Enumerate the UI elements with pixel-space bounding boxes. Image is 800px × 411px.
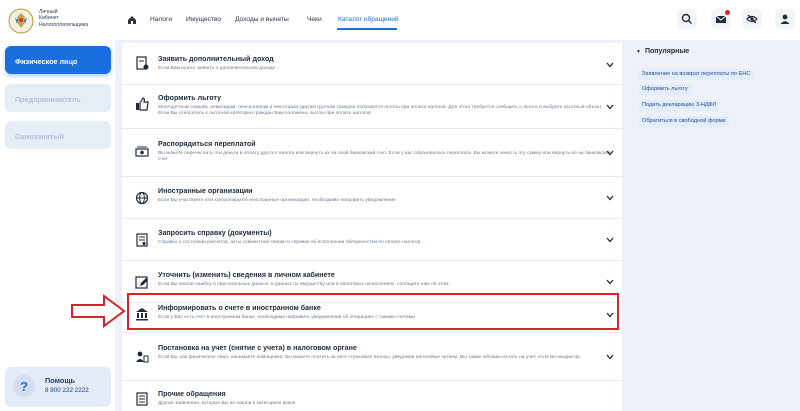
help-title: Помощь: [45, 376, 76, 385]
nav-property[interactable]: Имущество: [186, 16, 221, 23]
catalog-item-title: Оформить льготу: [158, 94, 222, 102]
chevron-down-icon[interactable]: [606, 62, 614, 68]
certificate-icon: [136, 233, 148, 247]
nav-income-deductions[interactable]: Доходы и вычеты: [235, 16, 289, 23]
search-icon: [681, 13, 692, 24]
catalog-item-desc: Если Вы, как физическое лицо, нанимаете …: [158, 355, 580, 360]
nav-request-catalog[interactable]: Каталог обращений: [338, 16, 399, 23]
money-icon: [135, 146, 149, 157]
thumb-up-icon: [136, 97, 149, 111]
popular-link[interactable]: Обратиться в свободной форме: [639, 116, 729, 127]
visibility-toggle-button[interactable]: [742, 9, 762, 29]
popular-triangle-icon: ▼: [636, 49, 641, 55]
catalog-item-desc: Вы можете перечислить эти деньги в оплат…: [158, 151, 611, 163]
help-card[interactable]: ? Помощь 8 800 222 2222: [5, 367, 111, 407]
catalog-item-desc: Если Вам нужно заявить о дополнительном …: [158, 66, 276, 71]
list-icon: [136, 392, 148, 406]
user-icon: [780, 14, 790, 24]
catalog-item-foreign-orgs[interactable]: Иностранные организации Если Вы участвуе…: [122, 177, 622, 219]
messages-button[interactable]: [711, 9, 731, 29]
fns-emblem-icon[interactable]: [8, 8, 34, 34]
catalog-item-certificate[interactable]: Запросить справку (документы) Справки о …: [122, 219, 622, 261]
help-phone[interactable]: 8 800 222 2222: [45, 387, 89, 394]
catalog-item-other[interactable]: Прочие обращения Другие заявления, котор…: [122, 381, 622, 411]
popular-link[interactable]: Подать декларацию 3-НДФЛ: [639, 100, 720, 111]
catalog-item-desc: Если Вы нашли ошибку в персональных данн…: [158, 282, 449, 287]
popular-title: ▼ Популярные: [636, 48, 689, 55]
role-selfemployed-button[interactable]: Самозанятый: [5, 121, 111, 149]
mail-icon: [715, 15, 727, 23]
request-catalog-list: Заявить дополнительный доход Если Вам ну…: [122, 43, 622, 411]
chevron-down-icon[interactable]: [606, 195, 614, 201]
popular-link[interactable]: Оформить льготу: [639, 84, 691, 95]
catalog-item-desc: Другие заявления, которые Вы не нашли в …: [158, 401, 296, 406]
active-tab-underline: [337, 28, 397, 30]
chevron-down-icon[interactable]: [606, 354, 614, 360]
profile-button[interactable]: [775, 9, 795, 29]
catalog-item-additional-income[interactable]: Заявить дополнительный доход Если Вам ну…: [122, 43, 622, 85]
catalog-item-desc: Многодетным семьям, инвалидам, пенсионер…: [158, 105, 603, 117]
role-individual-button[interactable]: Физическое лицо: [5, 46, 111, 74]
highlight-frame: [127, 293, 619, 330]
catalog-item-overpayment[interactable]: Распорядиться переплатой Вы можете переч…: [122, 129, 622, 177]
catalog-item-desc: Справки о состоянии расчетов, акты совме…: [158, 240, 421, 245]
catalog-item-title: Заявить дополнительный доход: [158, 55, 274, 63]
popular-title-text: Популярные: [644, 48, 690, 55]
catalog-item-benefit[interactable]: Оформить льготу Многодетным семьям, инва…: [122, 85, 622, 129]
catalog-item-registration[interactable]: Постановка на учет (снятие с учета) в на…: [122, 333, 622, 381]
role-entrepreneur-button[interactable]: Предприниматель: [5, 84, 111, 112]
left-sidebar: Личный Кабинет Налогоплательщика Физичес…: [0, 0, 115, 411]
nav-receipts[interactable]: Чеки: [307, 16, 322, 23]
brand-line: Налогоплательщика: [39, 21, 89, 28]
eye-off-icon: [746, 14, 758, 24]
help-icon: ?: [13, 375, 35, 397]
catalog-item-title: Уточнить (изменить) сведения в личном ка…: [158, 271, 335, 279]
chevron-down-icon[interactable]: [606, 279, 614, 285]
popular-link[interactable]: Заявление на возврат переплаты по ЕНС: [639, 69, 754, 80]
catalog-item-title: Постановка на учет (снятие с учета) в на…: [158, 344, 357, 352]
svg-text:?: ?: [20, 379, 28, 394]
chevron-down-icon[interactable]: [606, 237, 614, 243]
brand-text: Личный Кабинет Налогоплательщика: [39, 9, 88, 28]
globe-icon: [135, 191, 149, 205]
pointer-arrow-icon: [71, 294, 126, 328]
document-plus-icon: [136, 56, 149, 70]
nav-taxes[interactable]: Налоги: [150, 16, 172, 23]
catalog-item-title: Иностранные организации: [158, 187, 253, 195]
notification-dot: [725, 10, 730, 15]
catalog-item-title: Запросить справку (документы): [158, 229, 272, 237]
catalog-item-title: Прочие обращения: [158, 390, 226, 398]
chevron-down-icon[interactable]: [606, 104, 614, 110]
catalog-item-desc: Если Вы участвуете или контролируете ино…: [158, 198, 396, 203]
person-doc-icon: [136, 351, 149, 363]
home-icon[interactable]: [127, 15, 137, 25]
top-navigation: Налоги Имущество Доходы и вычеты Чеки Ка…: [115, 0, 800, 40]
chevron-down-icon[interactable]: [606, 150, 614, 156]
edit-profile-icon: [135, 276, 148, 289]
search-button[interactable]: [677, 9, 697, 29]
catalog-item-title: Распорядиться переплатой: [158, 140, 256, 148]
